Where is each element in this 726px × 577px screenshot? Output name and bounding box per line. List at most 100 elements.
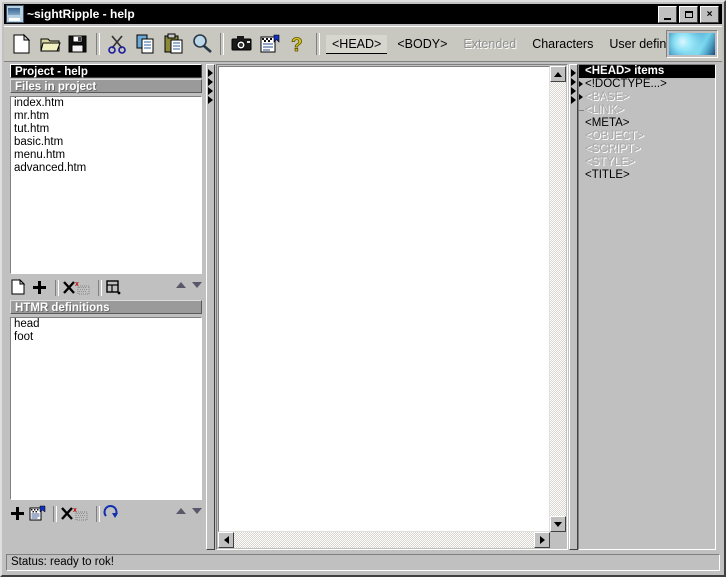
tree-title-label: <HEAD> items bbox=[585, 65, 665, 77]
editor-horizontal-scrollbar[interactable] bbox=[218, 532, 550, 548]
list-item[interactable]: menu.htm bbox=[11, 149, 201, 162]
tree-item-label: <BASE> bbox=[585, 91, 630, 103]
cut-scissors-icon[interactable] bbox=[105, 31, 131, 57]
splitter-grip bbox=[571, 69, 576, 105]
triangle-left-icon bbox=[223, 536, 229, 544]
clear-list-icon[interactable]: x bbox=[72, 505, 92, 523]
camera-icon[interactable] bbox=[229, 31, 255, 57]
scroll-down-icon[interactable] bbox=[192, 508, 202, 514]
tree-row: <BASE> bbox=[579, 91, 715, 104]
definitions-listbox[interactable]: head foot bbox=[10, 317, 202, 500]
scroll-up-button[interactable] bbox=[550, 66, 566, 82]
scroll-down-icon[interactable] bbox=[192, 282, 202, 288]
maximize-button[interactable] bbox=[679, 5, 698, 23]
status-text: Status: ready to rok! bbox=[11, 556, 114, 568]
scroll-up-icon[interactable] bbox=[176, 508, 186, 514]
toolbar-separator bbox=[96, 33, 100, 55]
expand-marker-icon[interactable] bbox=[579, 81, 583, 87]
tree-item-label: <TITLE> bbox=[585, 169, 630, 181]
tb-head-button[interactable]: <HEAD> bbox=[326, 34, 388, 54]
app-logo-icon bbox=[6, 5, 24, 23]
tree-row: <LINK> bbox=[579, 104, 715, 117]
properties-icon[interactable] bbox=[257, 31, 283, 57]
add-plus-icon[interactable] bbox=[31, 279, 51, 297]
list-item[interactable]: advanced.htm bbox=[11, 162, 201, 175]
tree-title: <HEAD> items bbox=[579, 65, 715, 78]
tree-row[interactable]: <!DOCTYPE...> bbox=[579, 78, 715, 91]
tree-row[interactable]: <META> bbox=[579, 117, 715, 130]
tree-item-label: <META> bbox=[585, 117, 630, 129]
help-question-icon[interactable]: ? bbox=[285, 31, 311, 57]
definitions-scroll-arrows bbox=[176, 508, 202, 514]
tree-row: <STYLE> bbox=[579, 156, 715, 169]
tb-body-button[interactable]: <BODY> bbox=[391, 35, 453, 53]
splitter-grip bbox=[208, 69, 213, 105]
scroll-up-icon[interactable] bbox=[176, 282, 186, 288]
refresh-icon[interactable] bbox=[103, 505, 123, 523]
toolbar-separator bbox=[220, 33, 224, 55]
paste-clipboard-icon[interactable] bbox=[161, 31, 187, 57]
files-section-header: Files in project bbox=[10, 79, 202, 93]
close-button[interactable]: × bbox=[700, 5, 719, 23]
left-splitter[interactable] bbox=[206, 64, 215, 550]
add-plus-icon[interactable] bbox=[10, 505, 30, 523]
toolbar-separator bbox=[53, 506, 57, 522]
vertical-scroll-track[interactable] bbox=[550, 82, 566, 516]
definitions-section-header: HTMR definitions bbox=[10, 300, 202, 314]
scroll-left-button[interactable] bbox=[218, 532, 234, 548]
editor-pane bbox=[216, 64, 568, 550]
new-document-icon[interactable] bbox=[10, 278, 30, 297]
tree-item-label: <STYLE> bbox=[585, 156, 635, 168]
project-toolbar: x bbox=[10, 278, 206, 298]
find-magnifier-icon[interactable] bbox=[189, 31, 215, 57]
svg-text:x: x bbox=[73, 507, 77, 514]
tree-item-label: <LINK> bbox=[585, 104, 624, 116]
minimize-button[interactable] bbox=[658, 5, 677, 23]
toolbar-separator bbox=[96, 506, 100, 522]
new-file-icon[interactable] bbox=[9, 31, 35, 57]
right-splitter[interactable] bbox=[569, 64, 578, 550]
tree-item-label: <SCRIPT> bbox=[585, 143, 641, 155]
left-panel-column: Project - help Files in project index.ht… bbox=[10, 64, 206, 550]
title-bar: ~sightRipple - help × bbox=[4, 4, 722, 24]
sightripple-banner-image bbox=[666, 30, 718, 58]
copy-icon[interactable] bbox=[133, 31, 159, 57]
definitions-panel: HTMR definitions head foot bbox=[10, 300, 206, 500]
list-item[interactable]: head bbox=[11, 318, 201, 331]
horizontal-scroll-track[interactable] bbox=[234, 532, 534, 548]
main-toolbar: ? <HEAD> <BODY> Extended Characters User… bbox=[4, 26, 722, 62]
list-item[interactable]: foot bbox=[11, 331, 201, 344]
clear-list-icon[interactable]: x bbox=[74, 279, 94, 297]
scroll-down-button[interactable] bbox=[550, 516, 566, 532]
scroll-right-button[interactable] bbox=[534, 532, 550, 548]
svg-text:?: ? bbox=[291, 35, 303, 55]
tree-connector-icon bbox=[579, 110, 584, 111]
toolbar-separator bbox=[55, 280, 59, 296]
save-disk-icon[interactable] bbox=[65, 31, 91, 57]
project-panel: Project - help Files in project index.ht… bbox=[10, 64, 206, 276]
list-item[interactable]: mr.htm bbox=[11, 110, 201, 123]
list-item[interactable]: tut.htm bbox=[11, 123, 201, 136]
editor-vertical-scrollbar[interactable] bbox=[550, 66, 566, 532]
tb-characters-button[interactable]: Characters bbox=[526, 35, 599, 53]
list-item[interactable]: basic.htm bbox=[11, 136, 201, 149]
window-title: ~sightRipple - help bbox=[27, 7, 135, 21]
open-folder-icon[interactable] bbox=[37, 31, 63, 57]
editor-text-area[interactable] bbox=[218, 66, 550, 532]
tree-item-label: <!DOCTYPE...> bbox=[585, 78, 667, 90]
close-icon: × bbox=[706, 8, 713, 20]
list-item[interactable]: index.htm bbox=[11, 97, 201, 110]
tree-item-label: <OBJECT> bbox=[585, 130, 644, 142]
window-controls: × bbox=[658, 5, 719, 23]
definitions-toolbar: x bbox=[10, 504, 206, 524]
head-items-panel: <HEAD> items <!DOCTYPE...> <BASE> <LINK>… bbox=[578, 64, 716, 550]
tree-row[interactable]: <TITLE> bbox=[579, 169, 715, 182]
project-scroll-arrows bbox=[176, 282, 202, 288]
toolbar-separator bbox=[98, 280, 102, 296]
files-listbox[interactable]: index.htm mr.htm tut.htm basic.htm menu.… bbox=[10, 96, 202, 274]
new-definition-icon[interactable] bbox=[29, 505, 49, 523]
svg-text:x: x bbox=[75, 281, 79, 288]
toolbar-separator bbox=[316, 33, 320, 55]
edit-properties-icon[interactable] bbox=[105, 279, 125, 297]
status-bar: Status: ready to rok! bbox=[6, 554, 720, 571]
